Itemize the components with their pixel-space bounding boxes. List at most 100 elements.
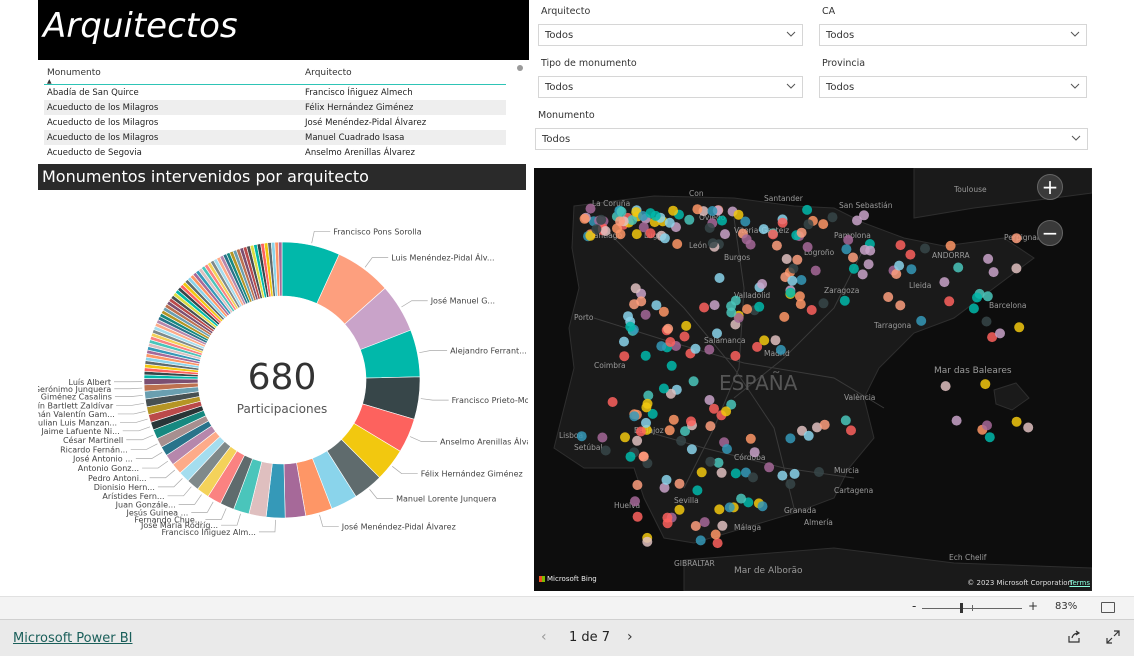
- map-marker[interactable]: [696, 535, 706, 545]
- map-marker[interactable]: [796, 275, 806, 285]
- map-marker[interactable]: [577, 431, 587, 441]
- map-marker[interactable]: [742, 304, 752, 314]
- map-marker[interactable]: [641, 310, 651, 320]
- map-marker[interactable]: [629, 299, 639, 309]
- map-marker[interactable]: [641, 402, 651, 412]
- map-marker[interactable]: [665, 337, 675, 347]
- zoom-minus-button[interactable]: -: [912, 599, 916, 613]
- next-page-button[interactable]: ›: [627, 629, 633, 645]
- map-marker[interactable]: [726, 308, 736, 318]
- map-marker[interactable]: [843, 235, 853, 245]
- map-marker[interactable]: [667, 361, 677, 371]
- map-marker[interactable]: [841, 415, 851, 425]
- map-marker[interactable]: [663, 518, 673, 528]
- map-marker[interactable]: [894, 261, 904, 271]
- map-marker[interactable]: [725, 502, 735, 512]
- map-marker[interactable]: [619, 337, 629, 347]
- map-marker[interactable]: [646, 228, 656, 238]
- table-row[interactable]: Abadía de San Quirce Francisco Íñiguez A…: [44, 85, 506, 100]
- map-marker[interactable]: [669, 415, 679, 425]
- map-marker[interactable]: [625, 322, 635, 332]
- zoom-in-button[interactable]: +: [1037, 174, 1063, 200]
- map-marker[interactable]: [731, 296, 741, 306]
- map-marker[interactable]: [580, 214, 590, 224]
- map-marker[interactable]: [939, 277, 949, 287]
- map-marker[interactable]: [711, 530, 721, 540]
- map-marker[interactable]: [840, 296, 850, 306]
- map-marker[interactable]: [616, 229, 626, 239]
- map-marker[interactable]: [1011, 263, 1021, 273]
- map-marker[interactable]: [632, 436, 642, 446]
- map-marker[interactable]: [941, 381, 951, 391]
- map-marker[interactable]: [699, 303, 709, 313]
- map-marker[interactable]: [764, 462, 774, 472]
- map-marker[interactable]: [980, 379, 990, 389]
- map-marker[interactable]: [846, 425, 856, 435]
- map-marker[interactable]: [776, 345, 786, 355]
- map-marker[interactable]: [721, 406, 731, 416]
- map-marker[interactable]: [983, 254, 993, 264]
- map-marker[interactable]: [700, 517, 710, 527]
- map-visual[interactable]: ConLa CoruñaSantiagoLugoOviedoSantanderS…: [534, 168, 1092, 591]
- map-marker[interactable]: [641, 418, 651, 428]
- map-marker[interactable]: [629, 411, 639, 421]
- map-marker[interactable]: [858, 269, 868, 279]
- map-marker[interactable]: [707, 206, 717, 216]
- map-marker[interactable]: [656, 341, 666, 351]
- map-marker[interactable]: [752, 342, 762, 352]
- map-marker[interactable]: [802, 205, 812, 215]
- map-marker[interactable]: [714, 504, 724, 514]
- map-marker[interactable]: [952, 416, 962, 426]
- map-marker[interactable]: [906, 264, 916, 274]
- map-marker[interactable]: [686, 416, 696, 426]
- map-marker[interactable]: [896, 240, 906, 250]
- map-marker[interactable]: [631, 283, 641, 293]
- map-marker[interactable]: [920, 244, 930, 254]
- map-marker[interactable]: [785, 433, 795, 443]
- map-marker[interactable]: [691, 521, 701, 531]
- map-marker[interactable]: [1012, 417, 1022, 427]
- map-marker[interactable]: [768, 229, 778, 239]
- map-marker[interactable]: [623, 311, 633, 321]
- map-marker[interactable]: [717, 468, 727, 478]
- map-marker[interactable]: [792, 255, 802, 265]
- map-marker[interactable]: [659, 384, 669, 394]
- map-marker[interactable]: [705, 421, 715, 431]
- map-marker[interactable]: [691, 344, 701, 354]
- map-marker[interactable]: [785, 479, 795, 489]
- map-marker[interactable]: [820, 420, 830, 430]
- map-marker[interactable]: [659, 307, 669, 317]
- map-marker[interactable]: [754, 302, 764, 312]
- map-marker[interactable]: [601, 226, 611, 236]
- zoom-out-button[interactable]: −: [1037, 220, 1063, 246]
- map-marker[interactable]: [814, 467, 824, 477]
- map-marker[interactable]: [795, 291, 805, 301]
- column-header-monumento[interactable]: Monumento: [47, 68, 101, 78]
- map-marker[interactable]: [717, 521, 727, 531]
- map-marker[interactable]: [804, 431, 814, 441]
- map-marker[interactable]: [596, 215, 606, 225]
- map-marker[interactable]: [953, 263, 963, 273]
- map-marker[interactable]: [722, 444, 732, 454]
- map-marker[interactable]: [597, 433, 607, 443]
- map-marker[interactable]: [779, 312, 789, 322]
- map-marker[interactable]: [742, 234, 752, 244]
- map-marker[interactable]: [905, 250, 915, 260]
- map-marker[interactable]: [712, 328, 722, 338]
- map-marker[interactable]: [681, 321, 691, 331]
- table-scrollbar[interactable]: [517, 65, 523, 71]
- map-marker[interactable]: [972, 293, 982, 303]
- map-marker[interactable]: [788, 264, 798, 274]
- map-marker[interactable]: [720, 229, 730, 239]
- map-marker[interactable]: [782, 254, 792, 264]
- map-marker[interactable]: [662, 475, 672, 485]
- fullscreen-icon[interactable]: [1106, 630, 1120, 644]
- map-marker[interactable]: [717, 216, 727, 226]
- map-marker[interactable]: [641, 351, 651, 361]
- map-marker[interactable]: [790, 469, 800, 479]
- map-marker[interactable]: [660, 233, 670, 243]
- map-marker[interactable]: [704, 345, 714, 355]
- map-marker[interactable]: [633, 512, 643, 522]
- map-marker[interactable]: [705, 457, 715, 467]
- map-marker[interactable]: [982, 317, 992, 327]
